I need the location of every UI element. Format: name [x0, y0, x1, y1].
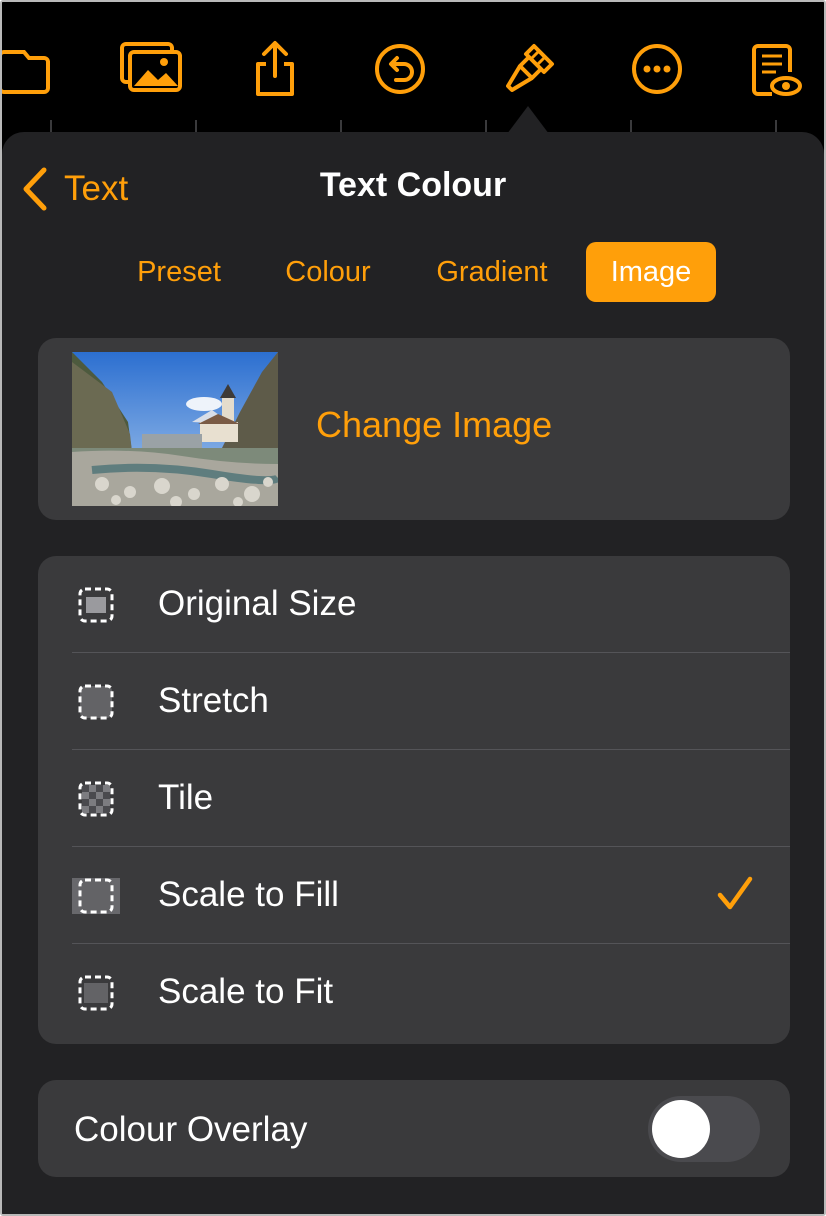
- more-icon[interactable]: [626, 38, 688, 100]
- tab-image[interactable]: Image: [586, 242, 716, 302]
- option-tile[interactable]: Tile: [38, 750, 790, 847]
- option-stretch[interactable]: Stretch: [38, 653, 790, 750]
- option-original-size[interactable]: Original Size: [38, 556, 790, 653]
- app-window: Text Text Colour Preset Colour Gradient …: [0, 0, 826, 1216]
- top-toolbar: [2, 2, 824, 120]
- scale-to-fit-icon: [72, 974, 120, 1012]
- scale-to-fill-icon: [72, 877, 120, 915]
- option-scale-to-fill[interactable]: Scale to Fill: [38, 847, 790, 944]
- folder-icon[interactable]: [2, 38, 50, 100]
- toggle-knob: [652, 1100, 710, 1158]
- popover-arrow: [504, 106, 552, 138]
- option-label: Scale to Fill: [158, 875, 339, 914]
- tab-gradient[interactable]: Gradient: [414, 242, 570, 302]
- fill-options-list: Original Size Stretch Tile Scale to Fill…: [38, 556, 790, 1044]
- popover-title: Text Colour: [319, 166, 507, 204]
- option-label: Original Size: [158, 584, 357, 623]
- media-icon[interactable]: [120, 38, 182, 100]
- colour-overlay-row: Colour Overlay: [38, 1080, 790, 1177]
- undo-icon[interactable]: [369, 38, 431, 100]
- stretch-icon: [72, 683, 120, 721]
- option-label: Tile: [158, 778, 214, 817]
- colour-overlay-label: Colour Overlay: [74, 1110, 308, 1149]
- option-scale-to-fit[interactable]: Scale to Fit: [38, 944, 790, 1041]
- image-thumbnail[interactable]: [72, 352, 278, 506]
- checkmark-icon: [717, 876, 753, 910]
- image-card: Change Image: [38, 338, 790, 520]
- original-size-icon: [72, 586, 120, 624]
- tile-icon: [72, 780, 120, 818]
- option-label: Stretch: [158, 681, 269, 720]
- share-icon[interactable]: [244, 38, 306, 100]
- paintbrush-icon[interactable]: [498, 38, 560, 100]
- tab-colour[interactable]: Colour: [264, 242, 392, 302]
- colour-overlay-toggle[interactable]: [648, 1096, 760, 1162]
- document-view-icon[interactable]: [746, 38, 808, 100]
- tab-preset[interactable]: Preset: [116, 242, 242, 302]
- change-image-button[interactable]: Change Image: [316, 404, 552, 446]
- option-label: Scale to Fit: [158, 972, 334, 1011]
